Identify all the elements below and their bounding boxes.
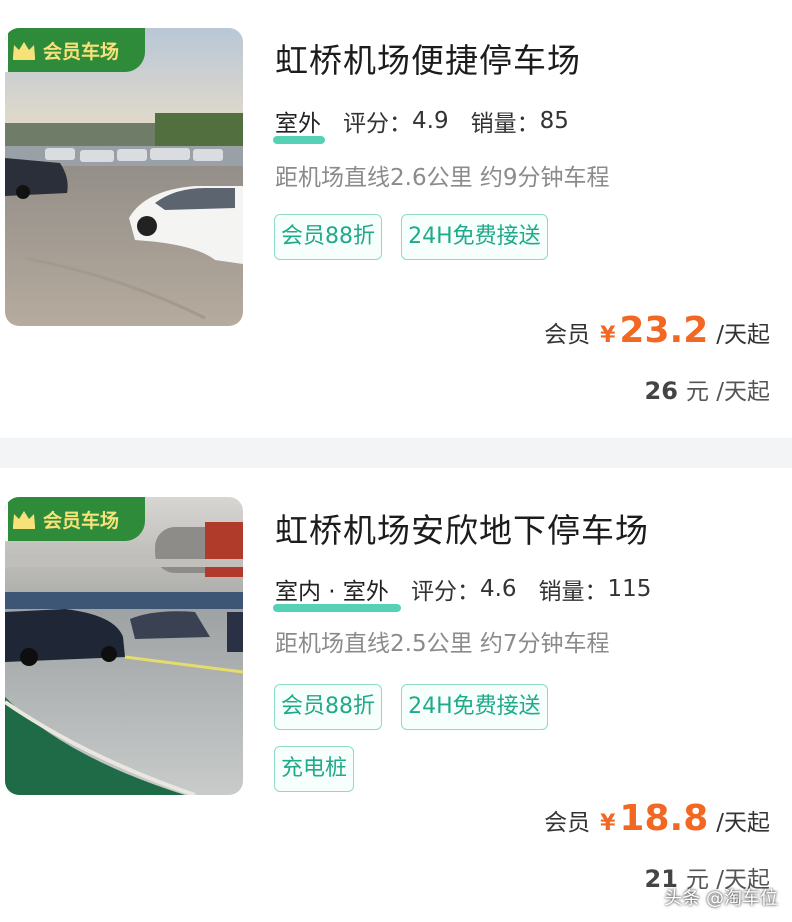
- location-underline: [273, 604, 401, 612]
- lot-meta-row: 室外 评分： 4.9 销量： 85: [273, 104, 591, 144]
- badge-label: 会员车场: [43, 40, 120, 63]
- tag-member-discount: 会员88折: [274, 214, 382, 260]
- tag-free-shuttle: 24H免费接送: [401, 684, 548, 730]
- member-price-row: 会员 ¥ 18.8 /天起: [544, 798, 770, 839]
- tag-charging-station: 充电桩: [274, 746, 355, 792]
- member-price-row: 会员 ¥ 23.2 /天起: [544, 310, 770, 351]
- location-type: 室外: [273, 104, 343, 144]
- currency-symbol: ¥: [600, 323, 616, 348]
- distance-text: 距机场直线2.6公里 约9分钟车程: [275, 165, 610, 191]
- member-lot-badge: 会员车场: [5, 28, 146, 72]
- standard-price-row: 26 元 /天起: [645, 372, 770, 406]
- standard-price-unit: 元 /天起: [685, 379, 770, 405]
- crown-icon: [13, 511, 35, 529]
- member-price-label: 会员: [544, 322, 591, 348]
- member-price-unit: /天起: [716, 810, 770, 836]
- parking-lot-title[interactable]: 虹桥机场安欣地下停车场: [275, 504, 649, 552]
- location-underline: [273, 136, 325, 144]
- lot-meta-row: 室内 · 室外 评分： 4.6 销量： 115: [273, 572, 673, 612]
- member-price-unit: /天起: [716, 322, 770, 348]
- location-type: 室内 · 室外: [273, 572, 411, 612]
- sales-label: 销量：: [538, 579, 608, 605]
- tag-list: 会员88折 24H免费接送 充电桩: [274, 684, 604, 808]
- parking-lot-title[interactable]: 虹桥机场便捷停车场: [275, 34, 581, 82]
- underground-parking-photo: [5, 497, 243, 795]
- parking-lot-photo[interactable]: 会员车场: [5, 497, 243, 795]
- parking-lot-photo[interactable]: 会员车场: [5, 28, 243, 326]
- rating-value: 4.9: [412, 108, 449, 134]
- distance-text: 距机场直线2.5公里 约7分钟车程: [275, 631, 610, 657]
- tag-list: 会员88折 24H免费接送: [274, 214, 604, 276]
- standard-price: 26: [644, 377, 678, 405]
- sales-value: 115: [607, 576, 652, 602]
- watermark-text: 头条 @淘车位: [664, 888, 778, 909]
- crown-icon: [13, 42, 35, 60]
- member-lot-badge: 会员车场: [5, 497, 146, 541]
- outdoor-parking-lot-photo: [5, 28, 243, 326]
- sales-label: 销量：: [470, 111, 540, 137]
- badge-label: 会员车场: [43, 509, 120, 532]
- member-price: 23.2: [619, 310, 709, 351]
- parking-lot-list: 会员车场 虹桥机场便捷停车场 室外 评分： 4.9 销量： 85 距机场直线2.…: [0, 0, 792, 922]
- rating-label: 评分：: [343, 111, 412, 137]
- member-price-label: 会员: [544, 810, 591, 836]
- member-price: 18.8: [619, 798, 709, 839]
- parking-lot-card[interactable]: 会员车场 虹桥机场安欣地下停车场 室内 · 室外 评分： 4.6 销量： 115…: [0, 468, 792, 922]
- sales-value: 85: [539, 108, 569, 134]
- tag-free-shuttle: 24H免费接送: [401, 214, 548, 260]
- parking-lot-card[interactable]: 会员车场 虹桥机场便捷停车场 室外 评分： 4.9 销量： 85 距机场直线2.…: [0, 0, 792, 438]
- currency-symbol: ¥: [600, 811, 616, 836]
- tag-member-discount: 会员88折: [274, 684, 382, 730]
- rating-label: 评分：: [410, 579, 480, 605]
- rating-value: 4.6: [479, 576, 517, 602]
